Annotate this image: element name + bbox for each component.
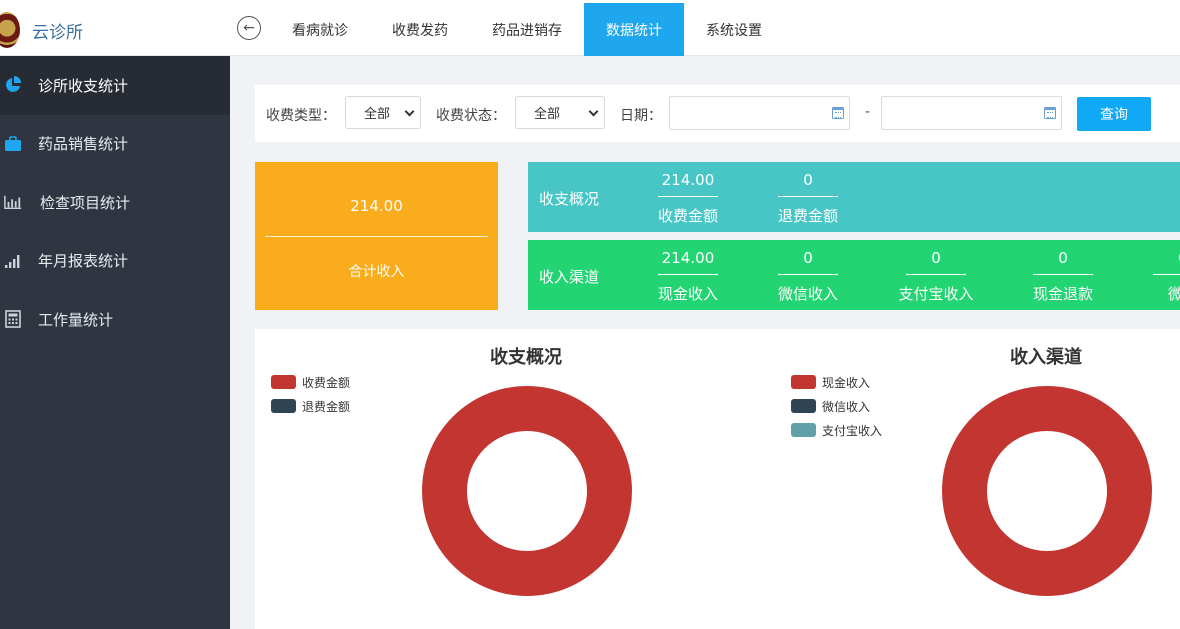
legend-label: 收费金额 [302, 375, 351, 390]
fee-type-select[interactable]: 全部 [345, 96, 421, 129]
stat-label: 微信收入 [777, 285, 838, 303]
chevron-down-icon [588, 106, 599, 117]
chart-title-overview: 收支概况 [490, 347, 562, 368]
stat-label: 支付宝收入 [898, 285, 974, 303]
date-to-input[interactable] [881, 96, 1062, 130]
nav-tab-settings[interactable]: 系统设置 [684, 3, 784, 56]
stat-value: 214.00 [661, 171, 715, 189]
legend-item[interactable]: 退费金额 [271, 394, 350, 418]
briefcase-icon [4, 135, 22, 153]
chart-title-channels: 收入渠道 [1010, 347, 1082, 368]
divider [265, 236, 488, 237]
app-title: 云诊所 [32, 23, 83, 43]
total-income-value: 214.00 [350, 197, 403, 215]
divider [1153, 274, 1180, 275]
legend-swatch [791, 399, 816, 413]
legend-label: 退费金额 [302, 399, 351, 414]
sidebar-item-drug-sales[interactable]: 药品销售统计 [0, 115, 230, 174]
divider [658, 196, 718, 197]
fee-status-select[interactable]: 全部 [515, 96, 605, 129]
donut-chart-channels [942, 386, 1152, 596]
date-label: 日期： [620, 108, 662, 124]
bar-chart-icon [4, 193, 22, 211]
sidebar-item-label: 药品销售统计 [38, 135, 129, 154]
legend-item[interactable]: 微信收入 [791, 394, 882, 418]
legend-swatch [271, 399, 296, 413]
stat-value: 0 [803, 249, 813, 267]
donut-slice-0[interactable] [422, 386, 632, 596]
back-arrow-icon[interactable]: ← [237, 16, 261, 40]
sidebar-item-exam-stats[interactable]: 检查项目统计 [0, 173, 230, 232]
date-separator: - [865, 104, 871, 120]
stat-label: 收费金额 [657, 207, 718, 225]
divider [906, 274, 966, 275]
stat-value: 0 [1137, 249, 1180, 267]
signal-bars-icon [4, 252, 22, 270]
nav-tab-inventory[interactable]: 药品进销存 [470, 3, 584, 56]
legend-item[interactable]: 收费金额 [271, 370, 350, 394]
fee-status-value: 全部 [534, 107, 561, 122]
main-nav: 看病就诊 收费发药 药品进销存 数据统计 系统设置 [270, 3, 784, 56]
nav-tab-statistics[interactable]: 数据统计 [584, 3, 684, 56]
sidebar: 诊所收支统计 药品销售统计 检查项目统计 年月报表统计 工作量统计 [0, 56, 230, 629]
charts-panel: 收支概况 收费金额退费金额 收入渠道 现金收入微信收入支付宝收入 [255, 329, 1180, 629]
top-bar: 云诊所 ← 看病就诊 收费发药 药品进销存 数据统计 系统设置 [0, 0, 1180, 56]
divider [778, 196, 838, 197]
channels-title: 收入渠道 [539, 268, 600, 286]
legend-swatch [791, 423, 816, 437]
calendar-icon[interactable] [1044, 107, 1056, 119]
pie-chart-icon [4, 76, 22, 94]
stat-value: 0 [803, 171, 813, 189]
legend-item[interactable]: 支付宝收入 [791, 418, 882, 442]
sidebar-item-label: 检查项目统计 [40, 193, 131, 212]
filter-bar: 收费类型： 全部 收费状态： 全部 日期： - 查询 [255, 85, 1180, 142]
chevron-down-icon [404, 106, 415, 117]
fee-status-label: 收费状态： [436, 108, 506, 124]
sidebar-item-label: 工作量统计 [38, 310, 114, 329]
divider [778, 274, 838, 275]
total-income-card: 214.00 合计收入 [255, 162, 498, 310]
fee-type-label: 收费类型： [266, 108, 336, 124]
legend-item[interactable]: 现金收入 [791, 370, 882, 394]
legend-label: 现金收入 [822, 375, 871, 390]
divider [1033, 274, 1093, 275]
stat-label: 现金收入 [657, 285, 718, 303]
nav-tab-visit[interactable]: 看病就诊 [270, 3, 370, 56]
total-income-label: 合计收入 [348, 264, 405, 280]
sidebar-item-label: 年月报表统计 [38, 252, 129, 271]
channels-band: 收入渠道 214.00 现金收入 0 微信收入 0 支付宝收入 0 现金退款 0… [528, 240, 1180, 310]
stat-value: 0 [931, 249, 941, 267]
legend-swatch [271, 375, 296, 389]
sidebar-item-workload[interactable]: 工作量统计 [0, 290, 230, 349]
legend-label: 微信收入 [822, 399, 871, 414]
fee-type-value: 全部 [364, 107, 391, 122]
overview-title: 收支概况 [539, 190, 600, 208]
legend-label: 支付宝收入 [822, 423, 883, 438]
divider [658, 274, 718, 275]
chart-legend-overview: 收费金额 退费金额 [271, 370, 350, 418]
calendar-icon[interactable] [832, 107, 844, 119]
sidebar-item-monthly-report[interactable]: 年月报表统计 [0, 232, 230, 291]
sidebar-item-income-stats[interactable]: 诊所收支统计 [0, 56, 230, 115]
stat-value: 0 [1058, 249, 1068, 267]
donut-slice-0[interactable] [942, 386, 1152, 596]
stat-value: 214.00 [661, 249, 715, 267]
clinic-logo [0, 12, 20, 48]
calculator-icon [4, 310, 22, 329]
donut-chart-overview [422, 386, 632, 596]
query-button[interactable]: 查询 [1077, 97, 1151, 131]
chart-legend-channels: 现金收入微信收入支付宝收入 [791, 370, 882, 442]
overview-band: 收支概况 214.00 收费金额 0 退费金额 [528, 162, 1180, 232]
date-from-input[interactable] [669, 96, 850, 130]
stat-label: 现金退款 [1032, 285, 1093, 303]
legend-swatch [791, 375, 816, 389]
nav-tab-billing[interactable]: 收费发药 [370, 3, 470, 56]
sidebar-item-label: 诊所收支统计 [38, 76, 129, 95]
stat-label: 退费金额 [777, 207, 838, 225]
stat-label: 微信 [1167, 285, 1180, 303]
